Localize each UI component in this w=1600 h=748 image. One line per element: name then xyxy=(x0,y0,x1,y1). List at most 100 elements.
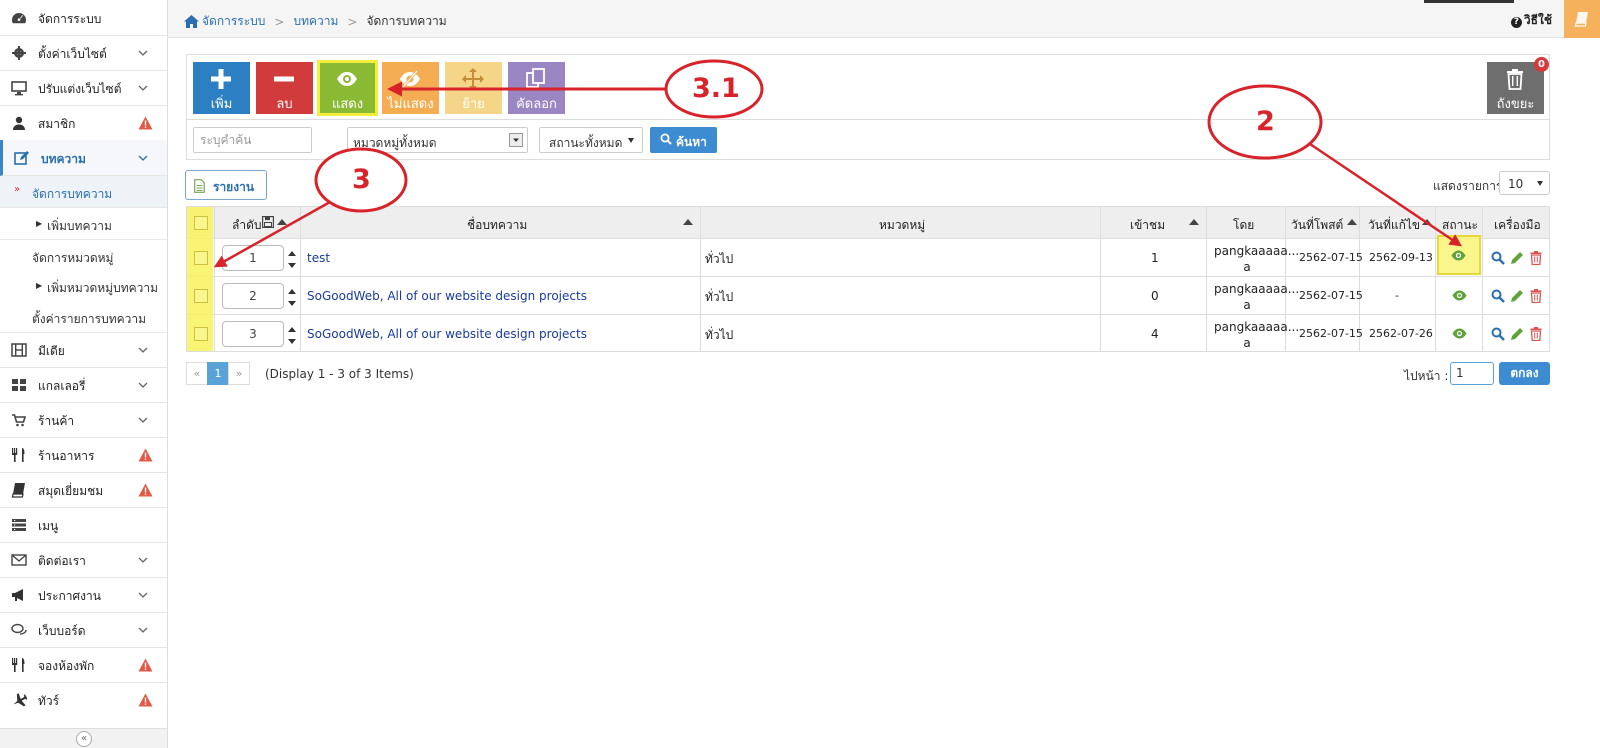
sidebar-item-menu[interactable]: เมนู xyxy=(0,507,167,543)
pencil-icon[interactable] xyxy=(1510,289,1524,303)
sidebar-item-articles[interactable]: บทความ xyxy=(0,140,167,176)
search-icon[interactable] xyxy=(1491,289,1505,303)
header-edited[interactable]: วันที่แก้ไข xyxy=(1360,207,1436,239)
sidebar: จัดการระบบ ตั้งค่าเว็บไซต์ ปรับแต่งเว็บไ… xyxy=(0,0,168,748)
sidebar-item-gallery[interactable]: แกลเลอรี่ xyxy=(0,367,167,403)
article-title-link[interactable]: SoGoodWeb, All of our website design pro… xyxy=(307,289,587,303)
sidebar-item-label: ประกาศงาน xyxy=(38,589,101,603)
spin-up-icon[interactable] xyxy=(288,289,296,294)
sidebar-item-tours[interactable]: ทัวร์ xyxy=(0,682,167,718)
order-cell: 1 xyxy=(215,239,301,276)
order-input[interactable]: 2 xyxy=(222,283,284,309)
edited-cell: 2562-09-13 xyxy=(1360,239,1436,276)
spin-down-icon[interactable] xyxy=(288,263,296,268)
warning-icon xyxy=(138,116,153,130)
show-button[interactable]: แสดง xyxy=(317,60,378,116)
page-button-current[interactable]: 1 xyxy=(207,362,229,385)
sidebar-item-restaurant[interactable]: ร้านอาหาร xyxy=(0,437,167,473)
gear-icon xyxy=(12,46,26,60)
tools-cell xyxy=(1483,239,1549,276)
sidebar-subitem-add-category[interactable]: ▶ เพิ่มหมวดหมู่บทความ xyxy=(0,270,167,302)
pencil-icon[interactable] xyxy=(1510,327,1524,341)
category-cell: ทั่วไป xyxy=(701,277,1101,314)
header-category-label: หมวดหมู่ xyxy=(879,218,926,232)
status-select[interactable]: สถานะทั้งหมด xyxy=(539,127,643,153)
breadcrumb-item-articles[interactable]: บทความ xyxy=(293,12,338,31)
sidebar-item-webboard[interactable]: เว็บบอร์ด xyxy=(0,612,167,648)
plane-icon xyxy=(13,693,27,707)
sidebar-subitem-manage-articles[interactable]: » จัดการบทความ xyxy=(0,176,167,208)
trash-icon[interactable] xyxy=(1529,251,1543,265)
move-arrows-icon xyxy=(462,68,484,90)
breadcrumb-separator: > xyxy=(347,14,358,29)
article-title-link[interactable]: SoGoodWeb, All of our website design pro… xyxy=(307,327,587,341)
author-line2: a xyxy=(1243,336,1251,350)
move-button[interactable]: ย้าย xyxy=(445,62,502,114)
category-select[interactable]: หมวดหมู่ทั้งหมด xyxy=(347,127,528,153)
header-views[interactable]: เข้าชม xyxy=(1101,207,1207,239)
trash-icon[interactable] xyxy=(1529,289,1543,303)
sidebar-item-label: ติดต่อเรา xyxy=(38,554,86,568)
collapse-sidebar-button[interactable]: « xyxy=(76,731,92,747)
search-icon[interactable] xyxy=(1491,251,1505,265)
header-order[interactable]: ลำดับ xyxy=(215,207,301,239)
sidebar-item-media[interactable]: มีเดีย xyxy=(0,332,167,368)
spin-down-icon[interactable] xyxy=(288,301,296,306)
sidebar-item-booking[interactable]: จองห้องพัก xyxy=(0,647,167,683)
sidebar-subitem-article-settings[interactable]: ตั้งค่ารายการบทความ xyxy=(0,301,167,333)
dropdown-arrow-icon xyxy=(1537,181,1543,186)
title-cell: SoGoodWeb, All of our website design pro… xyxy=(301,277,701,314)
sidebar-subitem-add-article[interactable]: ▶ เพิ่มบทความ xyxy=(0,208,167,240)
prev-page-button[interactable]: « xyxy=(186,362,208,385)
row-checkbox-overlay[interactable] xyxy=(194,327,208,341)
table-row: 3 SoGoodWeb, All of our website design p… xyxy=(187,315,1549,353)
eye-icon[interactable] xyxy=(1452,328,1467,339)
notes-button[interactable] xyxy=(1564,0,1600,38)
spin-down-icon[interactable] xyxy=(288,339,296,344)
page-size-select[interactable]: 10 xyxy=(1499,171,1550,195)
pencil-icon[interactable] xyxy=(1510,251,1524,265)
goto-page-input[interactable]: 1 xyxy=(1450,362,1494,385)
spin-up-icon[interactable] xyxy=(288,251,296,256)
add-button[interactable]: เพิ่ม xyxy=(193,62,250,114)
eye-icon[interactable] xyxy=(1452,290,1467,301)
user-icon xyxy=(13,116,25,130)
sidebar-subitem-manage-categories[interactable]: จัดการหมวดหมู่ xyxy=(0,240,167,272)
row-checkbox-overlay[interactable] xyxy=(194,289,208,303)
article-title-link[interactable]: test xyxy=(307,251,330,265)
copy-button[interactable]: คัดลอก xyxy=(508,62,565,114)
help-link[interactable]: ? วิธีใช้ xyxy=(1510,11,1552,30)
sidebar-item-shop[interactable]: ร้านค้า xyxy=(0,402,167,438)
trash-icon[interactable] xyxy=(1529,327,1543,341)
save-icon[interactable] xyxy=(262,216,274,228)
delete-button[interactable]: ลบ xyxy=(256,62,313,114)
search-button[interactable]: ค้นหา xyxy=(650,127,717,153)
select-all-checkbox-overlay[interactable] xyxy=(194,216,208,230)
sidebar-item-contact[interactable]: ติดต่อเรา xyxy=(0,542,167,578)
header-title[interactable]: ชื่อบทความ xyxy=(301,207,701,239)
order-input[interactable]: 3 xyxy=(222,321,284,347)
next-page-button[interactable]: » xyxy=(228,362,250,385)
report-button[interactable]: รายงาน xyxy=(185,170,267,200)
search-icon xyxy=(660,133,672,145)
sidebar-item-guestbook[interactable]: สมุดเยี่ยมชม xyxy=(0,472,167,508)
sidebar-item-jobs[interactable]: ประกาศงาน xyxy=(0,577,167,613)
author-text: pangkaaaaa... a xyxy=(1214,281,1299,313)
sidebar-item-site-settings[interactable]: ตั้งค่าเว็บไซต์ xyxy=(0,35,167,71)
sidebar-item-members[interactable]: สมาชิก xyxy=(0,105,167,141)
breadcrumb-item-system[interactable]: จัดการระบบ xyxy=(202,12,265,31)
row-checkbox-overlay[interactable] xyxy=(194,251,208,265)
spin-up-icon[interactable] xyxy=(288,327,296,332)
home-icon[interactable] xyxy=(184,15,199,28)
order-input[interactable]: 1 xyxy=(222,245,284,271)
chevron-down-icon xyxy=(138,592,148,598)
trash-button[interactable]: ถังขยะ 0 xyxy=(1487,57,1549,114)
hide-button[interactable]: ไม่แสดง xyxy=(382,62,439,114)
sidebar-item-customize[interactable]: ปรับแต่งเว็บไซต์ xyxy=(0,70,167,106)
goto-page-button[interactable]: ตกลง xyxy=(1499,362,1550,385)
search-icon[interactable] xyxy=(1491,327,1505,341)
minus-icon xyxy=(274,76,294,82)
sidebar-item-system[interactable]: จัดการระบบ xyxy=(0,0,167,36)
search-input[interactable] xyxy=(193,127,312,153)
header-posted[interactable]: วันที่โพสต์ xyxy=(1286,207,1360,239)
